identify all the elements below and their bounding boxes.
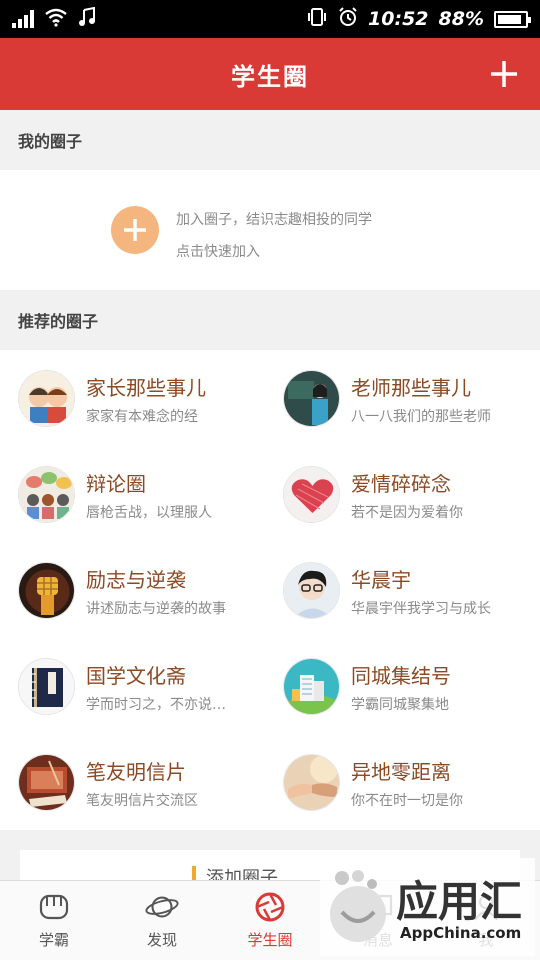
circle-name: 同城集结号: [351, 664, 451, 688]
plus-icon: [491, 61, 517, 87]
debate-avatar: [18, 466, 75, 523]
join-circle-hint: 加入圈子，结识志趣相投的同学 点击快速加入: [176, 204, 372, 268]
circle-desc: 学霸同城聚集地: [351, 697, 449, 713]
join-circle-button[interactable]: [111, 206, 159, 254]
circle-name: 笔友明信片: [86, 760, 186, 784]
circle-item-parents[interactable]: 家长那些事儿 家家有本难念的经: [0, 350, 270, 446]
circle-name: 老师那些事儿: [351, 376, 471, 400]
join-hint-line2: 点击快速加入: [176, 244, 260, 260]
city-avatar: [283, 658, 340, 715]
circle-desc: 讲述励志与逆袭的故事: [86, 601, 226, 617]
circle-desc: 你不在时一切是你: [351, 793, 463, 809]
planet-icon: [144, 891, 180, 923]
teacher-avatar: [283, 370, 340, 427]
circle-desc: 八一八我们的那些老师: [351, 409, 491, 425]
circle-desc: 笔友明信片交流区: [86, 793, 198, 809]
circle-item-teacher[interactable]: 老师那些事儿 八一八我们的那些老师: [265, 350, 535, 446]
circle-name: 爱情碎碎念: [351, 472, 451, 496]
tab-label: 发现: [146, 931, 177, 949]
book-avatar: [18, 658, 75, 715]
circle-item-sinology[interactable]: 国学文化斋 学而时习之，不亦说…: [0, 638, 270, 734]
watermark: 应用汇 AppChina.com: [320, 858, 535, 956]
circle-name: 异地零距离: [351, 760, 451, 784]
join-circle-card[interactable]: 加入圈子，结识志趣相投的同学 点击快速加入: [0, 170, 540, 290]
status-left: [12, 6, 96, 31]
circle-desc: 华晨宇伴我学习与成长: [351, 601, 491, 617]
my-circles-heading: 我的圈子: [18, 132, 83, 151]
circle-item-city[interactable]: 同城集结号 学霸同城聚集地: [265, 638, 535, 734]
music-icon: [78, 6, 96, 31]
circle-name: 国学文化斋: [86, 664, 186, 688]
circle-desc: 家家有本难念的经: [86, 409, 198, 425]
circle-item-debate[interactable]: 辩论圈 唇枪舌战，以理服人: [0, 446, 270, 542]
signal-icon: [12, 10, 34, 28]
circle-item-love[interactable]: 爱情碎碎念 若不是因为爱着你: [265, 446, 535, 542]
tab-label: 学霸: [38, 931, 69, 949]
circle-desc: 学而时习之，不亦说…: [86, 697, 226, 713]
vibrate-icon: [306, 7, 328, 31]
circle-item-distance[interactable]: 异地零距离 你不在时一切是你: [265, 734, 535, 830]
aperture-icon: [252, 891, 288, 923]
parents-avatar: [18, 370, 75, 427]
join-hint-line1: 加入圈子，结识志趣相投的同学: [176, 212, 372, 228]
appchina-logo: [330, 870, 386, 942]
tab-discover[interactable]: 发现: [108, 881, 216, 960]
plus-icon: [124, 219, 146, 241]
recommended-grid: 家长那些事儿 家家有本难念的经 老师那些事儿 八一八我们的那些老师 辩论圈 唇枪…: [0, 350, 540, 830]
clock-time: 10:52: [368, 8, 429, 30]
circle-desc: 唇枪舌战，以理服人: [86, 505, 212, 521]
fist-icon: [36, 891, 72, 923]
circle-name: 华晨宇: [351, 568, 411, 592]
tab-label: 学生圈: [247, 931, 293, 949]
status-right: 10:52 88%: [306, 7, 531, 31]
recommended-heading: 推荐的圈子: [18, 312, 99, 331]
circle-desc: 若不是因为爱着你: [351, 505, 463, 521]
circle-name: 家长那些事儿: [86, 376, 206, 400]
add-circle-button[interactable]: [486, 56, 522, 92]
circle-item-singer[interactable]: 华晨宇 华晨宇伴我学习与成长: [265, 542, 535, 638]
tab-student-circle[interactable]: 学生圈: [216, 881, 324, 960]
watermark-text: 应用汇: [396, 877, 523, 926]
wifi-icon: [44, 7, 68, 31]
status-bar: 10:52 88%: [0, 0, 540, 38]
postcard-avatar: [18, 754, 75, 811]
battery-percent: 88%: [438, 8, 484, 30]
page-title: 学生圈: [231, 62, 309, 91]
circle-name: 辩论圈: [86, 472, 146, 496]
circle-item-inspire[interactable]: 励志与逆袭 讲述励志与逆袭的故事: [0, 542, 270, 638]
battery-icon: [494, 10, 531, 28]
watermark-subtext: AppChina.com: [400, 924, 522, 942]
fist-avatar: [18, 562, 75, 619]
alarm-icon: [338, 7, 358, 31]
app-header: 学生圈: [0, 38, 540, 110]
tab-xueba[interactable]: 学霸: [0, 881, 108, 960]
heart-avatar: [283, 466, 340, 523]
hands-avatar: [283, 754, 340, 811]
circle-item-penpal[interactable]: 笔友明信片 笔友明信片交流区: [0, 734, 270, 830]
circle-name: 励志与逆袭: [86, 568, 186, 592]
singer-avatar: [283, 562, 340, 619]
